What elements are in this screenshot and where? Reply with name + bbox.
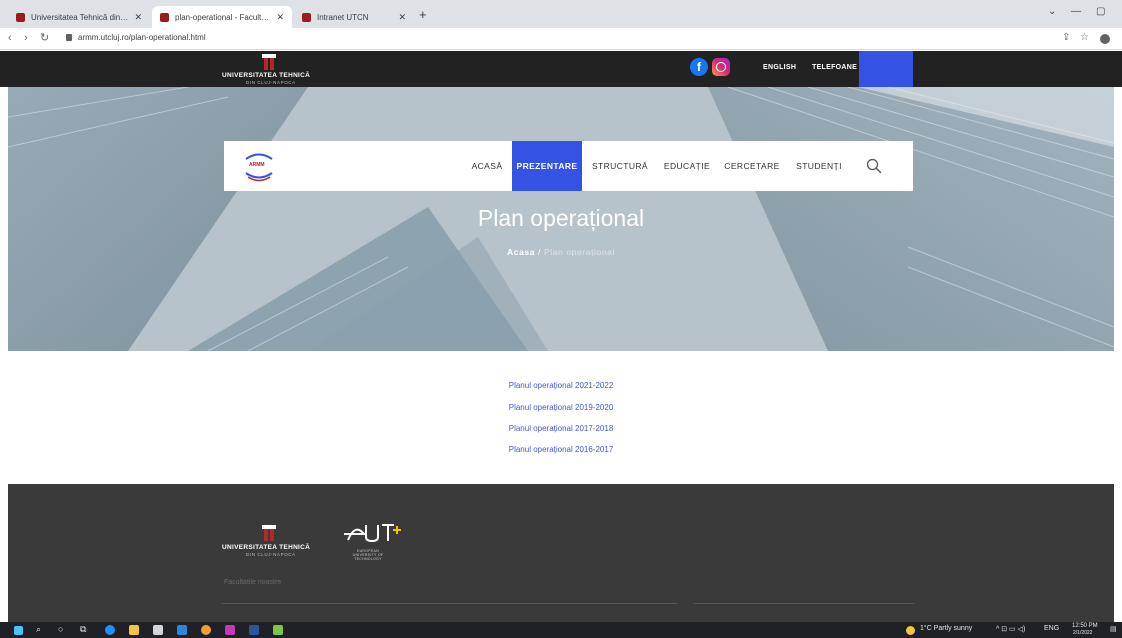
tab-title: plan-operational - Facultatea de [175, 12, 270, 22]
nav-item-studenti[interactable]: STUDENȚI [788, 141, 850, 191]
plan-link-2021-2022[interactable]: Planul operațional 2021-2022 [0, 381, 1122, 390]
facebook-icon[interactable]: f [690, 58, 708, 76]
breadcrumb: Acasa / Plan operațional [0, 247, 1122, 257]
search-icon[interactable]: ⌕ [36, 624, 41, 635]
browser-tab-active[interactable]: plan-operational - Facultatea de ✕ [152, 6, 292, 28]
armm-logo-label: ARMM [249, 162, 265, 168]
bookmark-star-icon[interactable]: ☆ [1080, 32, 1089, 43]
profile-avatar-icon[interactable] [1100, 34, 1110, 44]
page-title: Plan operațional [477, 205, 645, 231]
nav-item-acasa[interactable]: ACASĂ [464, 141, 510, 191]
utcn-logo-mark-icon [262, 525, 276, 541]
telefoane-link[interactable]: TELEFOANE [812, 64, 857, 71]
app-icon[interactable] [225, 625, 235, 635]
mail-icon[interactable] [177, 625, 187, 635]
edge-icon[interactable] [105, 625, 115, 635]
windows-start-icon[interactable] [14, 626, 23, 635]
tray-icons[interactable]: ^ ⊡ ▭ ◁) [996, 625, 1025, 633]
forward-icon[interactable]: › [24, 32, 28, 45]
footer-divider [694, 603, 914, 604]
utcn-favicon-icon [16, 12, 25, 22]
tab-close-icon[interactable]: ✕ [134, 12, 142, 23]
logo-subtext: DIN CLUJ-NAPOCA [246, 80, 296, 85]
plan-link-2016-2017[interactable]: Planul operațional 2016-2017 [0, 445, 1122, 454]
utcn-logo[interactable]: UNIVERSITATEA TEHNICĂ DIN CLUJ-NAPOCA [222, 54, 332, 85]
footer-logo-subtext: DIN CLUJ-NAPOCA [246, 552, 296, 557]
utcn-favicon-icon [160, 12, 169, 22]
utcn-favicon-icon [302, 12, 311, 22]
share-icon[interactable]: ⇪ [1062, 32, 1070, 43]
header-accent-block[interactable] [859, 51, 913, 87]
notifications-icon[interactable]: ▤ [1110, 625, 1117, 633]
logo-text: UNIVERSITATEA TEHNICĂ [222, 72, 311, 79]
footer-faculties-heading: Facultatile noastre [224, 579, 282, 586]
clock-date[interactable]: 2/1/2022 [1073, 630, 1092, 636]
eut-subtext: EUROPEAN UNIVERSITY OF TECHNOLOGY [352, 549, 384, 561]
language-indicator[interactable]: ENG [1044, 625, 1059, 632]
file-explorer-icon[interactable] [129, 625, 139, 635]
eut-plus-logo[interactable]: EUROPEAN UNIVERSITY OF TECHNOLOGY [342, 520, 412, 562]
nav-item-prezentare[interactable]: PREZENTARE [512, 141, 582, 191]
breadcrumb-separator: / [535, 247, 544, 257]
browser-tab[interactable]: Universitatea Tehnică din Cluj-N ✕ [8, 6, 150, 28]
minimize-button[interactable]: — [1071, 6, 1081, 17]
tab-close-icon[interactable]: ✕ [276, 12, 284, 23]
store-icon[interactable] [153, 625, 163, 635]
tab-title: Intranet UTCN [317, 12, 369, 22]
tab-title: Universitatea Tehnică din Cluj-N [31, 12, 129, 22]
footer-logo-text: UNIVERSITATEA TEHNICĂ [222, 544, 311, 551]
cortana-icon[interactable]: ○ [58, 624, 63, 634]
task-view-icon[interactable]: ⧉ [80, 624, 86, 635]
footer-divider [222, 603, 677, 604]
instagram-icon[interactable] [712, 58, 730, 76]
nav-item-cercetare[interactable]: CERCETARE [718, 141, 786, 191]
nav-item-educatie[interactable]: EDUCAȚIE [660, 141, 714, 191]
url-text: armm.utcluj.ro/plan-operational.html [78, 33, 206, 42]
site-top-bar [0, 51, 1122, 87]
search-icon[interactable] [866, 158, 882, 174]
breadcrumb-home-link[interactable]: Acasa [507, 247, 535, 257]
windows-taskbar: ⌕ ○ ⧉ 1°C Partly sunny ^ ⊡ ▭ ◁) ENG 12:5… [0, 622, 1122, 638]
weather-text[interactable]: 1°C Partly sunny [920, 625, 972, 632]
chrome-icon[interactable] [201, 625, 211, 635]
weather-icon[interactable] [906, 626, 915, 635]
tab-close-icon[interactable]: ✕ [398, 12, 406, 23]
browser-tab-bar: Universitatea Tehnică din Cluj-N ✕ plan-… [0, 0, 1122, 28]
maximize-button[interactable]: ▢ [1096, 6, 1105, 17]
plan-link-2017-2018[interactable]: Planul operațional 2017-2018 [0, 424, 1122, 433]
utcn-logo-mark-icon [262, 54, 276, 70]
site-footer [8, 484, 1114, 622]
armm-logo[interactable]: ARMM [244, 150, 274, 182]
browser-tab[interactable]: Intranet UTCN ✕ [294, 6, 414, 28]
clock-time[interactable]: 12:50 PM [1072, 623, 1098, 629]
url-field[interactable]: armm.utcluj.ro/plan-operational.html [66, 33, 206, 42]
word-icon[interactable] [249, 625, 259, 635]
address-bar-row: ‹ › ↻ armm.utcluj.ro/plan-operational.ht… [0, 28, 1122, 50]
english-link[interactable]: ENGLISH [763, 64, 796, 71]
reload-icon[interactable]: ↻ [40, 32, 49, 45]
footer-utcn-logo[interactable]: UNIVERSITATEA TEHNICĂ DIN CLUJ-NAPOCA [222, 525, 332, 557]
back-icon[interactable]: ‹ [8, 32, 12, 45]
lock-icon [66, 34, 72, 41]
tab-search-icon[interactable]: ⌄ [1048, 6, 1056, 17]
nav-item-structura[interactable]: STRUCTURĂ [588, 141, 652, 191]
new-tab-button[interactable]: + [419, 8, 427, 22]
app-icon[interactable] [273, 625, 283, 635]
breadcrumb-current: Plan operațional [543, 247, 615, 257]
plan-link-2019-2020[interactable]: Planul operațional 2019-2020 [0, 403, 1122, 412]
eut-logo-mark-icon [344, 524, 401, 543]
